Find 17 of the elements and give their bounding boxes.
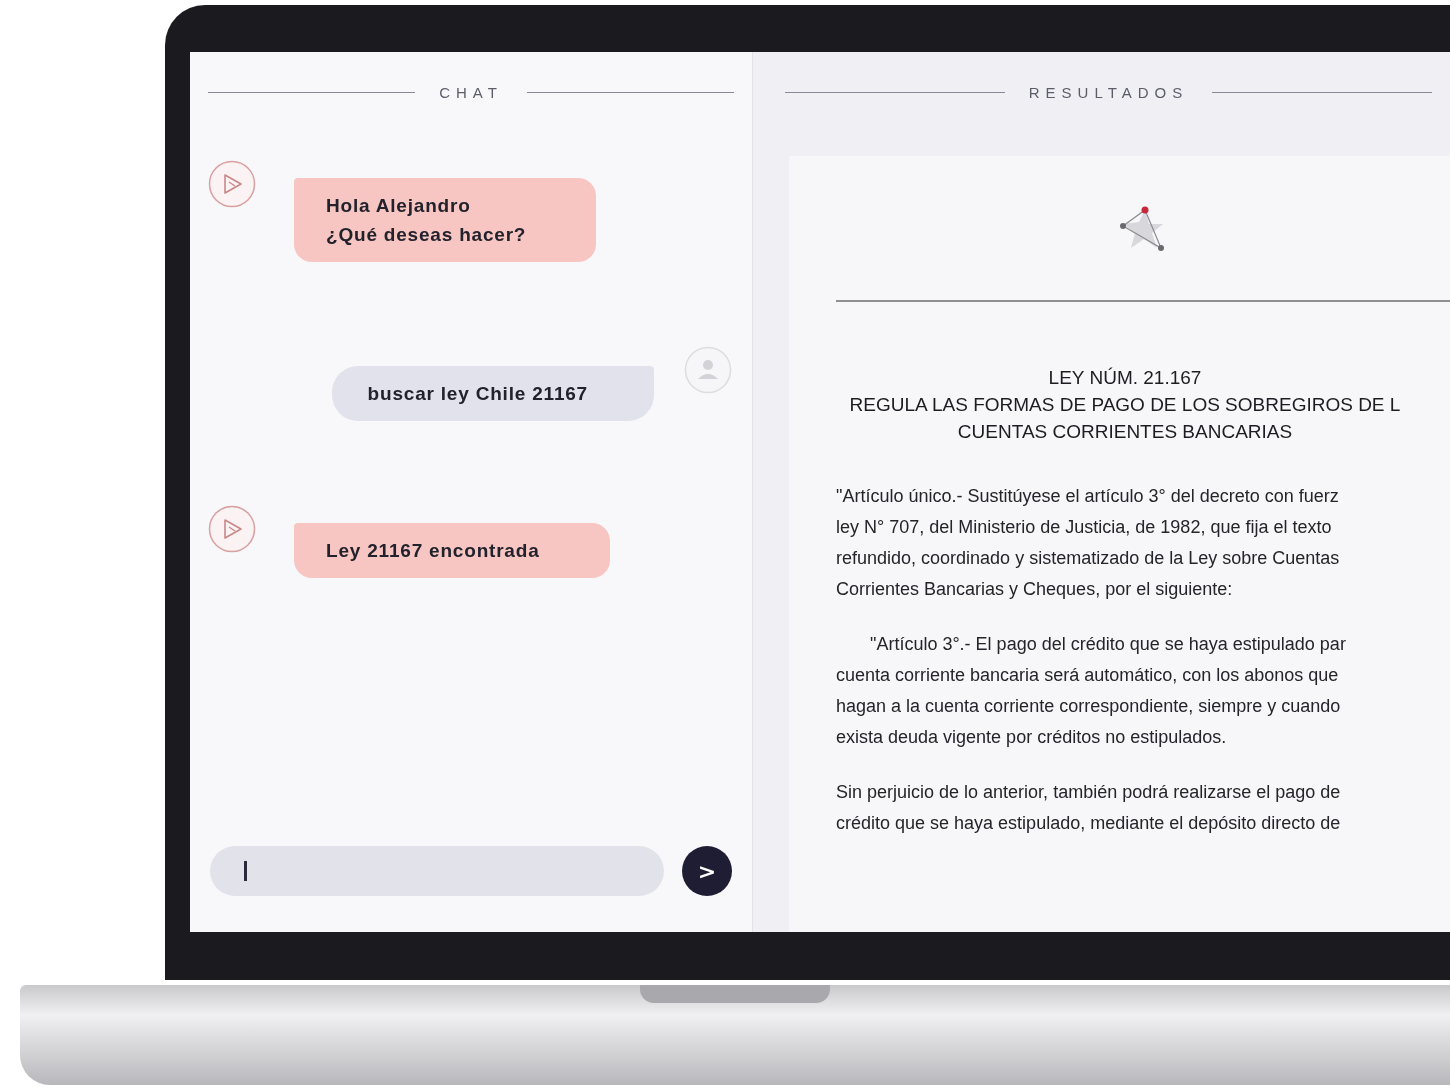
panel-title: RESULTADOS (1028, 83, 1189, 101)
user-avatar-icon (684, 346, 732, 394)
law-title: CUENTAS CORRIENTES BANCARIAS (957, 420, 1293, 444)
law-paragraph: Sin perjuicio de lo anterior, también podrá realizarse el pago de crédito que se haya estipulado, mediante el depósito directo de (836, 781, 1342, 835)
bot-avatar-icon (208, 505, 256, 553)
law-title: REGULA LAS FORMAS DE PAGO DE LOS SOBREGIROS DE L (849, 393, 1401, 417)
send-button[interactable]: > (682, 846, 732, 896)
chat-bubble: buscar ley Chile 21167 (331, 366, 654, 421)
text-cursor-icon (244, 861, 247, 881)
bot-avatar-icon (208, 160, 256, 208)
chat-bubble: Hola Alejandro ¿Qué deseas hacer? (294, 178, 597, 262)
chat-bubble: Ley 21167 encontrada (294, 523, 610, 578)
law-title: LEY NÚM. 21.167 (1048, 366, 1202, 390)
law-paragraph: "Artículo único.- Sustitúyese el artículo 3° del decreto con fuerz ley N° 707, del Ministerio de Justicia, de 1982, que fija el texto refundido, coordinado y sistematizado de la Ley sobre Cuentas Corrientes Bancarias y Cheques, por el siguiente: (836, 485, 1341, 601)
law-paragraph: "Artículo 3°.- El pago del crédito que se haya estipulado par cuenta corriente bancaria será automático, con los abonos que hagan a la cuenta corriente correspondiente, siempre y cuando exista deuda vigente por créditos no estipulados. (836, 633, 1347, 749)
message-input-field[interactable] (210, 846, 664, 896)
panel-title: CHAT (439, 83, 503, 101)
